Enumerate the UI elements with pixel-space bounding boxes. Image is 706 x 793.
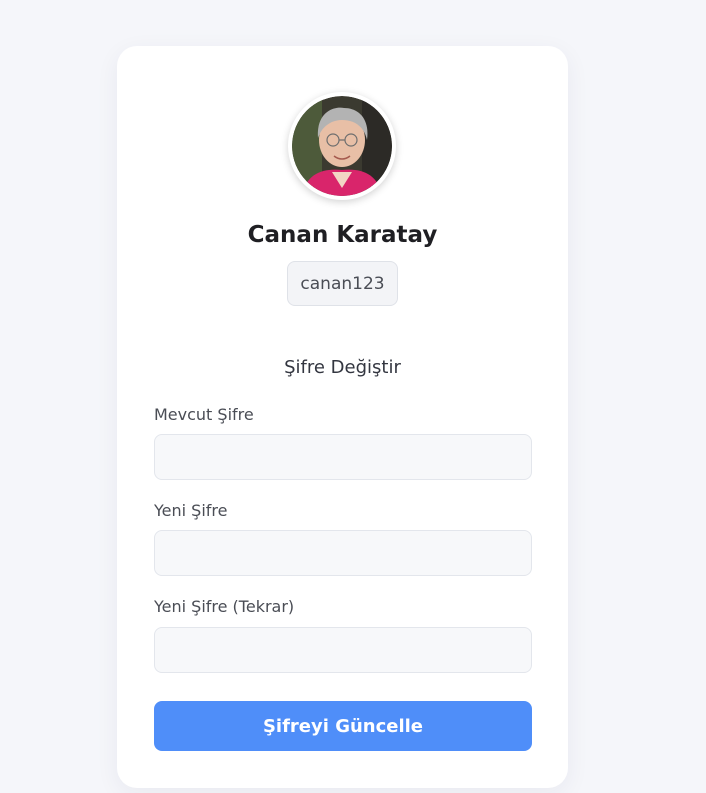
confirm-password-label: Yeni Şifre (Tekrar): [154, 597, 295, 616]
password-section-title: Şifre Değiştir: [284, 357, 401, 378]
current-password-input[interactable]: [154, 434, 532, 480]
profile-name: Canan Karatay: [247, 222, 438, 248]
avatar: [288, 92, 396, 200]
avatar-photo: [292, 96, 392, 196]
profile-card: Canan Karatay canan123 Şifre Değiştir Me…: [117, 46, 568, 788]
confirm-password-input[interactable]: [154, 627, 532, 673]
new-password-label: Yeni Şifre: [154, 501, 228, 520]
update-password-button[interactable]: Şifreyi Güncelle: [154, 701, 532, 751]
username-badge: canan123: [287, 261, 398, 306]
current-password-label: Mevcut Şifre: [154, 405, 254, 424]
new-password-input[interactable]: [154, 530, 532, 576]
